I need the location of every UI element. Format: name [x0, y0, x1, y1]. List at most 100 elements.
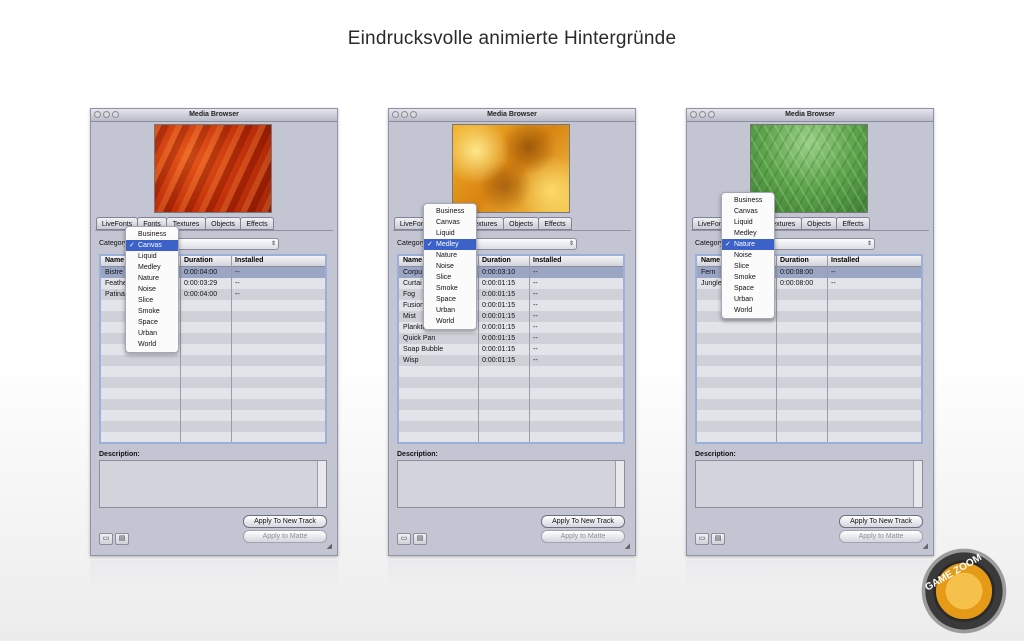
menu-item-world[interactable]: World: [424, 316, 476, 327]
table-row[interactable]: [101, 421, 325, 432]
menu-item-space[interactable]: Space: [424, 294, 476, 305]
table-row[interactable]: [697, 377, 921, 388]
table-row[interactable]: [697, 366, 921, 377]
menu-item-medley[interactable]: Medley: [722, 228, 774, 239]
library-icon[interactable]: ▤: [413, 533, 427, 545]
menu-item-noise[interactable]: Noise: [722, 250, 774, 261]
library-icon[interactable]: ▤: [711, 533, 725, 545]
table-row[interactable]: [399, 432, 623, 442]
menu-item-slice[interactable]: Slice: [126, 295, 178, 306]
table-row[interactable]: [697, 432, 921, 442]
zoom-button[interactable]: [112, 111, 119, 118]
apply-to-matte-button[interactable]: Apply to Matte: [541, 530, 625, 543]
menu-item-liquid[interactable]: Liquid: [424, 228, 476, 239]
description-field[interactable]: [397, 460, 625, 508]
library-icon[interactable]: ▤: [115, 533, 129, 545]
menu-item-slice[interactable]: Slice: [722, 261, 774, 272]
menu-item-medley[interactable]: Medley: [126, 262, 178, 273]
table-row[interactable]: [101, 399, 325, 410]
table-row[interactable]: [399, 399, 623, 410]
table-row[interactable]: [101, 377, 325, 388]
folder-icon[interactable]: ▭: [99, 533, 113, 545]
resize-grip-icon[interactable]: ◢: [625, 542, 630, 550]
menu-item-smoke[interactable]: Smoke: [722, 272, 774, 283]
resize-grip-icon[interactable]: ◢: [327, 542, 332, 550]
table-row[interactable]: [697, 388, 921, 399]
menu-item-urban[interactable]: Urban: [126, 328, 178, 339]
description-scrollbar[interactable]: [913, 461, 922, 507]
table-row[interactable]: [101, 410, 325, 421]
menu-item-nature[interactable]: ✓ Nature: [722, 239, 774, 250]
table-row[interactable]: Quick Pan 0:00:01:15 --: [399, 333, 623, 344]
tab-objects[interactable]: Objects: [801, 217, 837, 230]
table-row[interactable]: [697, 399, 921, 410]
table-row[interactable]: [399, 410, 623, 421]
apply-to-new-track-button[interactable]: Apply To New Track: [839, 515, 923, 528]
menu-item-smoke[interactable]: Smoke: [126, 306, 178, 317]
menu-item-business[interactable]: Business: [424, 206, 476, 217]
table-row[interactable]: [399, 377, 623, 388]
column-duration[interactable]: Duration: [780, 256, 826, 266]
menu-item-noise[interactable]: Noise: [126, 284, 178, 295]
menu-item-space[interactable]: Space: [126, 317, 178, 328]
table-row[interactable]: [697, 421, 921, 432]
menu-item-smoke[interactable]: Smoke: [424, 283, 476, 294]
table-row[interactable]: [101, 355, 325, 366]
table-row[interactable]: [697, 333, 921, 344]
column-duration[interactable]: Duration: [482, 256, 528, 266]
zoom-button[interactable]: [410, 111, 417, 118]
minimize-button[interactable]: [103, 111, 110, 118]
description-field[interactable]: [99, 460, 327, 508]
table-row[interactable]: [697, 344, 921, 355]
tab-objects[interactable]: Objects: [205, 217, 241, 230]
zoom-button[interactable]: [708, 111, 715, 118]
apply-to-matte-button[interactable]: Apply to Matte: [243, 530, 327, 543]
tab-objects[interactable]: Objects: [503, 217, 539, 230]
column-duration[interactable]: Duration: [184, 256, 230, 266]
table-row[interactable]: [101, 366, 325, 377]
menu-item-noise[interactable]: Noise: [424, 261, 476, 272]
menu-item-space[interactable]: Space: [722, 283, 774, 294]
menu-item-nature[interactable]: Nature: [424, 250, 476, 261]
column-installed[interactable]: Installed: [235, 256, 315, 266]
apply-to-matte-button[interactable]: Apply to Matte: [839, 530, 923, 543]
column-installed[interactable]: Installed: [831, 256, 911, 266]
menu-item-urban[interactable]: Urban: [722, 294, 774, 305]
table-row[interactable]: [399, 421, 623, 432]
menu-item-business[interactable]: Business: [126, 229, 178, 240]
description-scrollbar[interactable]: [615, 461, 624, 507]
table-row[interactable]: [697, 322, 921, 333]
table-row[interactable]: Wisp 0:00:01:15 --: [399, 355, 623, 366]
tab-effects[interactable]: Effects: [240, 217, 274, 230]
table-row[interactable]: [697, 355, 921, 366]
table-row[interactable]: [399, 366, 623, 377]
menu-item-business[interactable]: Business: [722, 195, 774, 206]
description-scrollbar[interactable]: [317, 461, 326, 507]
menu-item-canvas[interactable]: ✓ Canvas: [126, 240, 178, 251]
table-row[interactable]: [697, 410, 921, 421]
close-button[interactable]: [392, 111, 399, 118]
menu-item-nature[interactable]: Nature: [126, 273, 178, 284]
apply-to-new-track-button[interactable]: Apply To New Track: [541, 515, 625, 528]
apply-to-new-track-button[interactable]: Apply To New Track: [243, 515, 327, 528]
minimize-button[interactable]: [699, 111, 706, 118]
table-row[interactable]: [101, 388, 325, 399]
close-button[interactable]: [94, 111, 101, 118]
menu-item-liquid[interactable]: Liquid: [126, 251, 178, 262]
tab-effects[interactable]: Effects: [836, 217, 870, 230]
menu-item-medley[interactable]: ✓ Medley: [424, 239, 476, 250]
table-row[interactable]: [399, 388, 623, 399]
table-row[interactable]: [101, 432, 325, 442]
description-field[interactable]: [695, 460, 923, 508]
menu-item-urban[interactable]: Urban: [424, 305, 476, 316]
close-button[interactable]: [690, 111, 697, 118]
table-row[interactable]: Soap Bubble 0:00:01:15 --: [399, 344, 623, 355]
menu-item-slice[interactable]: Slice: [424, 272, 476, 283]
folder-icon[interactable]: ▭: [695, 533, 709, 545]
minimize-button[interactable]: [401, 111, 408, 118]
tab-effects[interactable]: Effects: [538, 217, 572, 230]
menu-item-canvas[interactable]: Canvas: [424, 217, 476, 228]
menu-item-liquid[interactable]: Liquid: [722, 217, 774, 228]
folder-icon[interactable]: ▭: [397, 533, 411, 545]
menu-item-world[interactable]: World: [126, 339, 178, 350]
